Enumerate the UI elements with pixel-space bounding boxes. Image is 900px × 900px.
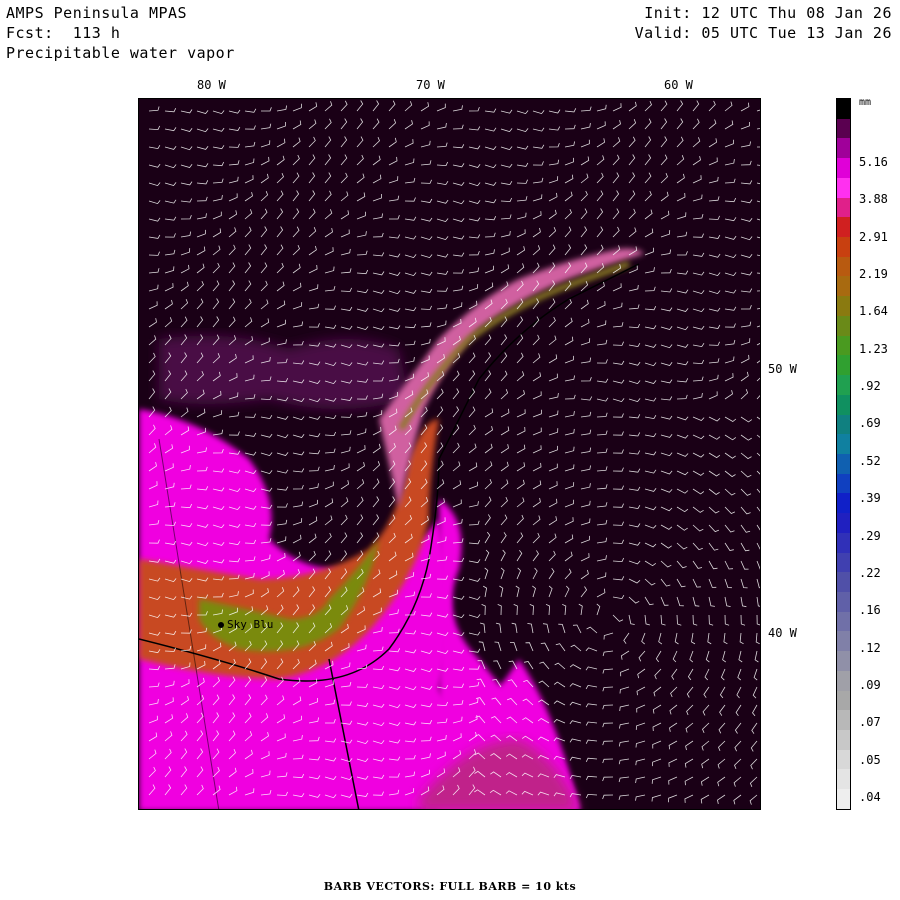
colorbar-unit: mm [859, 97, 872, 108]
colorbar-swatch [837, 611, 850, 632]
colorbar-swatch [837, 99, 850, 119]
lon-label-60w: 60 W [664, 78, 693, 92]
colorbar-swatch [837, 591, 850, 612]
colorbar-swatch [837, 315, 850, 336]
colorbar-label: .07 [859, 715, 881, 730]
colorbar-swatch [837, 690, 850, 711]
colorbar-label: 5.16 [859, 155, 888, 169]
lat-label-40w: 40 W [768, 626, 797, 640]
colorbar-swatch [837, 513, 850, 533]
colorbar-label: 2.91 [859, 229, 888, 244]
colorbar-label: .09 [859, 677, 881, 692]
colorbar-swatch [837, 335, 850, 356]
colorbar-label: .52 [859, 453, 881, 468]
lat-label-50w: 50 W [768, 362, 797, 376]
colorbar-swatch [837, 749, 850, 770]
colorbar-swatch [837, 769, 850, 790]
colorbar-swatch [837, 493, 850, 514]
colorbar-swatch [837, 572, 850, 592]
colorbar-swatch [837, 355, 850, 376]
colorbar-label: 2.19 [859, 267, 888, 282]
colorbar-swatch [837, 197, 850, 218]
colorbar-swatch [837, 118, 850, 139]
colorbar-swatch [837, 453, 850, 474]
colorbar-swatch [837, 473, 850, 494]
colorbar-label: .92 [859, 379, 881, 394]
colorbar-label: .29 [859, 528, 881, 543]
colorbar-swatch [837, 217, 850, 238]
colorbar-swatch [837, 138, 850, 159]
pwv-map [139, 99, 760, 809]
colorbar-swatch [837, 552, 850, 573]
colorbar-label: 1.23 [859, 341, 888, 356]
colorbar-swatch [837, 177, 850, 198]
colorbar-label: .39 [859, 491, 881, 506]
colorbar-label: .16 [859, 603, 881, 618]
valid-time: Valid: 05 UTC Tue 13 Jan 26 [634, 24, 892, 42]
barb-legend-note: BARB VECTORS: FULL BARB = 10 kts [323, 880, 577, 893]
colorbar-swatch [837, 158, 850, 178]
colorbar-swatch [837, 296, 850, 316]
init-time: Init: 12 UTC Thu 08 Jan 26 [644, 4, 892, 22]
map-panel: Sky Blu [138, 98, 761, 810]
colorbar-label: 1.64 [859, 304, 888, 319]
colorbar-label: .69 [859, 416, 881, 431]
colorbar-swatch [837, 631, 850, 652]
colorbar-label: .12 [859, 640, 881, 655]
colorbar-swatch [837, 375, 850, 395]
lon-label-70w: 70 W [416, 78, 445, 92]
colorbar-swatch [837, 414, 850, 435]
colorbar-swatch [837, 434, 850, 454]
colorbar-swatch [837, 710, 850, 730]
field-name: Precipitable water vapor [6, 44, 235, 62]
colorbar-swatch [837, 730, 850, 750]
forecast-hour: Fcst: 113 h [6, 24, 121, 42]
model-title: AMPS Peninsula MPAS [6, 4, 188, 22]
colorbar-label: .05 [859, 752, 881, 767]
colorbar-swatch [837, 394, 850, 415]
colorbar-label: .22 [859, 565, 881, 580]
colorbar-swatch [837, 276, 850, 297]
lon-label-80w: 80 W [197, 78, 226, 92]
sky-blu-station-marker [218, 622, 224, 628]
colorbar-swatch [837, 651, 850, 671]
colorbar-label: .04 [859, 790, 881, 804]
colorbar-swatch [837, 256, 850, 277]
sky-blu-station-label: Sky Blu [227, 618, 274, 631]
colorbar-swatch [837, 670, 850, 691]
colorbar-swatch [837, 532, 850, 553]
colorbar-label: 3.88 [859, 192, 888, 207]
colorbar [836, 98, 851, 810]
colorbar-swatch [837, 789, 850, 809]
colorbar-swatch [837, 237, 850, 257]
